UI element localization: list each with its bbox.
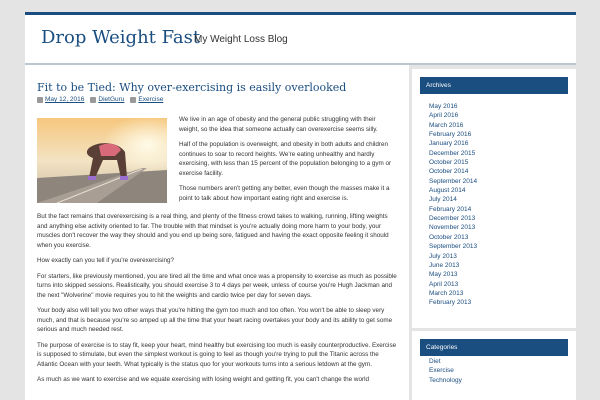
category-link[interactable]: Diet — [429, 357, 462, 366]
post-intro-text: We live in an age of obesity and the gen… — [179, 115, 397, 209]
categories-widget: Categories Diet Exercise Technology — [412, 331, 576, 400]
category-link[interactable]: Exercise — [429, 366, 462, 375]
featured-image — [37, 118, 167, 203]
archives-list: May 2016 April 2016 March 2016 February 201… — [429, 102, 477, 308]
site-title[interactable]: Drop Weight Fast — [41, 27, 200, 48]
categories-list: Diet Exercise Technology — [429, 357, 462, 385]
archive-link[interactable]: May 2016 — [429, 102, 477, 111]
post-paragraph: We live in an age of obesity and the gen… — [179, 116, 378, 133]
archive-link[interactable]: April 2016 — [429, 111, 477, 120]
sidebar: Archives May 2016 April 2016 March 2016 Feb… — [412, 65, 576, 400]
archive-link[interactable]: February 2014 — [429, 205, 477, 214]
post-title[interactable]: Fit to be Tied: Why over-exercising is e… — [37, 81, 346, 94]
post-date-link[interactable]: May 12, 2016 — [45, 96, 84, 103]
folder-icon — [130, 96, 137, 103]
post-category-link[interactable]: Exercise — [138, 96, 163, 103]
post-meta: May 12, 2016 DietGuru Exercise — [37, 96, 163, 103]
category-link[interactable]: Technology — [429, 376, 462, 385]
calendar-icon — [37, 96, 43, 103]
archive-link[interactable]: February 2016 — [429, 130, 477, 139]
post-paragraph: Your body also will tell you two other w… — [37, 307, 393, 333]
archive-link[interactable]: October 2013 — [429, 233, 477, 242]
categories-widget-title: Categories — [420, 339, 568, 356]
post-paragraph: But the fact remains that overexercising… — [37, 213, 389, 249]
archive-link[interactable]: January 2016 — [429, 139, 477, 148]
archive-link[interactable]: April 2013 — [429, 280, 477, 289]
post-paragraph: Those numbers aren't getting any better,… — [179, 185, 390, 202]
post-content: Fit to be Tied: Why over-exercising is e… — [25, 65, 409, 400]
archive-link[interactable]: February 2013 — [429, 298, 477, 307]
archive-link[interactable]: August 2014 — [429, 186, 477, 195]
archive-link[interactable]: October 2015 — [429, 158, 477, 167]
site-tagline: My Weight Loss Blog — [194, 34, 288, 45]
post-paragraph: The purpose of exercise is to stay fit, … — [37, 341, 397, 368]
post-paragraph: Half of the population is overweight, an… — [179, 141, 392, 177]
archive-link[interactable]: May 2013 — [429, 270, 477, 279]
site-header: Drop Weight Fast My Weight Loss Blog — [25, 15, 576, 63]
post-body-text: But the fact remains that overexercising… — [37, 212, 399, 391]
archive-link[interactable]: December 2013 — [429, 214, 477, 223]
archive-link[interactable]: September 2014 — [429, 177, 477, 186]
archive-link[interactable]: July 2014 — [429, 195, 477, 204]
archive-link[interactable]: March 2016 — [429, 121, 477, 130]
user-icon — [90, 96, 97, 103]
archive-link[interactable]: July 2013 — [429, 252, 477, 261]
post-paragraph: How exactly can you tell if you're overe… — [37, 257, 174, 264]
post-paragraph: As much as we want to exercise and we eq… — [37, 376, 369, 383]
archives-widget: Archives May 2016 April 2016 March 2016 Feb… — [412, 69, 576, 328]
post-author-link[interactable]: DietGuru — [98, 96, 124, 103]
archive-link[interactable]: October 2014 — [429, 167, 477, 176]
archive-link[interactable]: September 2013 — [429, 242, 477, 251]
archive-link[interactable]: December 2015 — [429, 149, 477, 158]
archive-link[interactable]: November 2013 — [429, 223, 477, 232]
archive-link[interactable]: June 2013 — [429, 261, 477, 270]
archives-widget-title: Archives — [420, 77, 568, 94]
post-paragraph: For starters, like previously mentioned,… — [37, 272, 397, 299]
archive-link[interactable]: March 2013 — [429, 289, 477, 298]
